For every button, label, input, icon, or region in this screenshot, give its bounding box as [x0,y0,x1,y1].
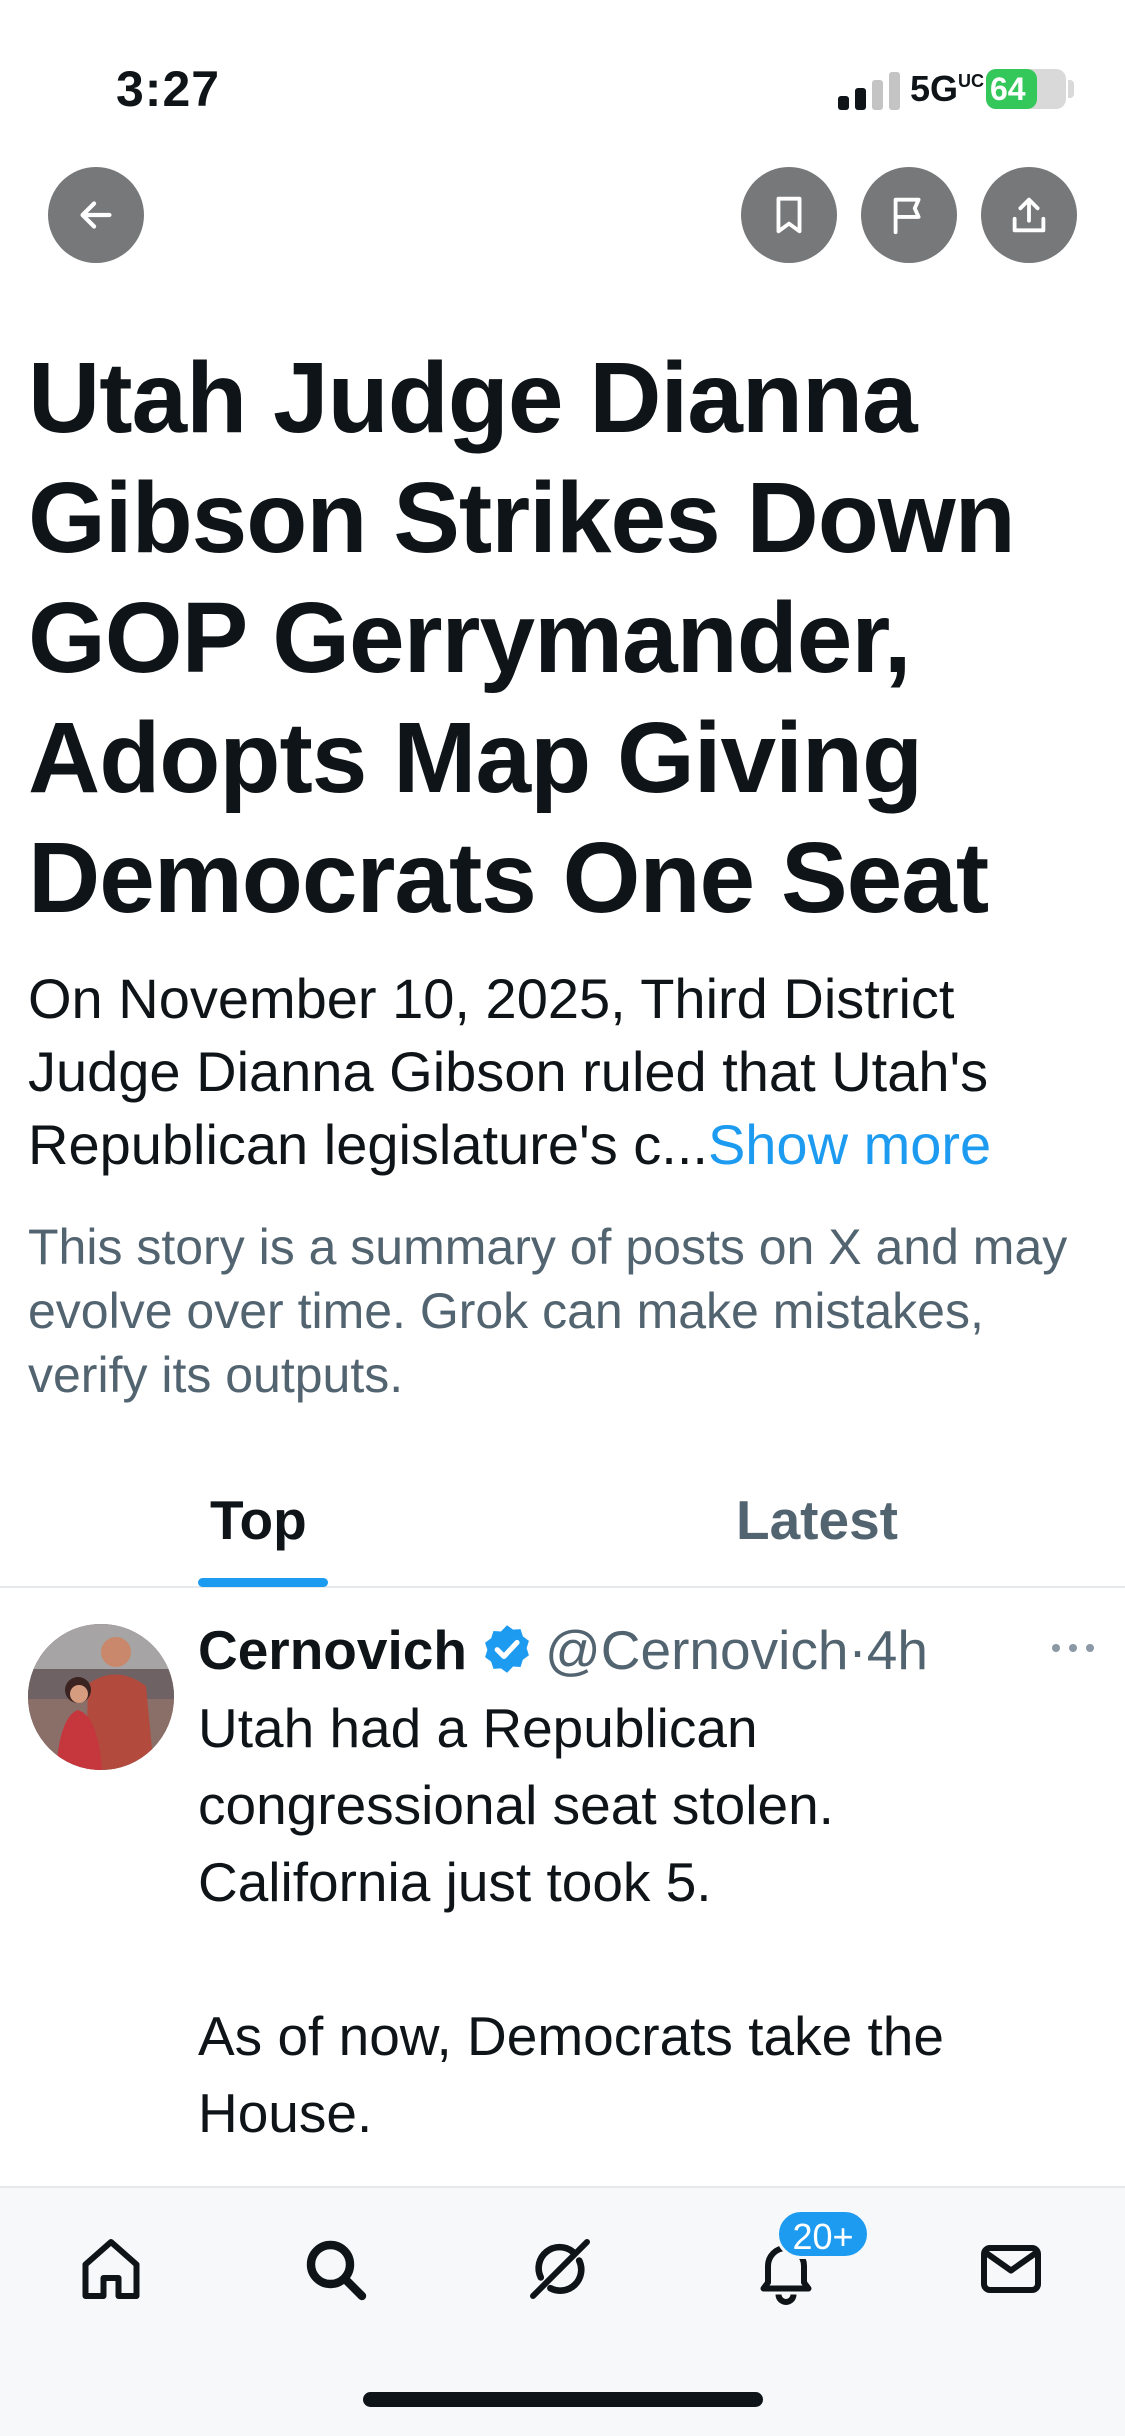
story-summary: On November 10, 2025, Third District Jud… [28,962,1108,1181]
post-line: congressional seat stolen. [198,1774,834,1836]
battery-icon: 64 [986,69,1066,109]
network-label: 5G [910,68,959,109]
flag-icon [893,197,921,235]
post-line: Utah had a Republican [198,1697,758,1759]
arrow-left-icon [80,201,112,229]
network-type: 5GUC [910,68,984,110]
tab-top[interactable]: Top [210,1488,307,1552]
author-name[interactable]: Cernovich [198,1619,467,1681]
bookmark-button[interactable] [741,167,837,263]
post-time: 4h [866,1619,928,1681]
story-title: Utah Judge Dianna Gibson Strikes Down GO… [28,342,1016,934]
nav-home[interactable] [66,2224,156,2314]
tab-latest[interactable]: Latest [736,1488,898,1552]
show-more-link[interactable]: Show more [708,1113,991,1176]
story-page: 3:27 5GUC 64 Utah Judge Dianna Gibson St… [0,0,1125,2436]
grok-disclaimer: This story is a summary of posts on X an… [28,1219,1068,1403]
more-options-icon[interactable] [1048,1628,1098,1668]
search-icon [306,2240,367,2301]
author-handle[interactable]: @Cernovich [545,1619,848,1681]
nav-search[interactable] [290,2224,380,2314]
post-line: California just took 5. [198,1851,712,1913]
back-button[interactable] [48,167,144,263]
grok-icon [530,2239,590,2299]
post-line: As of now, Democrats take the [198,2005,944,2067]
story-tabs: Top Latest [0,1470,1125,1588]
report-button[interactable] [861,167,957,263]
meta-separator: · [848,1619,867,1681]
post-body[interactable]: Utah had a Republican congressional seat… [198,1690,1078,2152]
notification-badge: 20+ [776,2209,870,2259]
status-bar: 3:27 5GUC 64 [0,0,1125,150]
post-line: House. [198,2082,373,2144]
cellular-signal-icon [838,70,900,110]
home-icon [82,2239,140,2299]
network-suffix: UC [958,71,985,91]
messages-icon [981,2245,1041,2293]
status-time: 3:27 [116,61,221,117]
share-button[interactable] [981,167,1077,263]
battery-tip [1068,80,1074,98]
bookmark-icon [776,196,802,234]
avatar[interactable] [28,1624,174,1770]
post-line [198,1921,1078,1998]
verified-badge-icon [485,1625,529,1673]
nav-grok[interactable] [515,2224,605,2314]
active-tab-indicator [198,1578,328,1587]
avatar-photo [28,1624,174,1770]
battery-level: 64 [990,71,1026,107]
post-author-line: Cernovich @Cernovich·4h [198,1614,1078,1686]
share-icon [1012,197,1046,233]
home-indicator[interactable] [363,2392,763,2407]
nav-messages[interactable] [966,2224,1056,2314]
